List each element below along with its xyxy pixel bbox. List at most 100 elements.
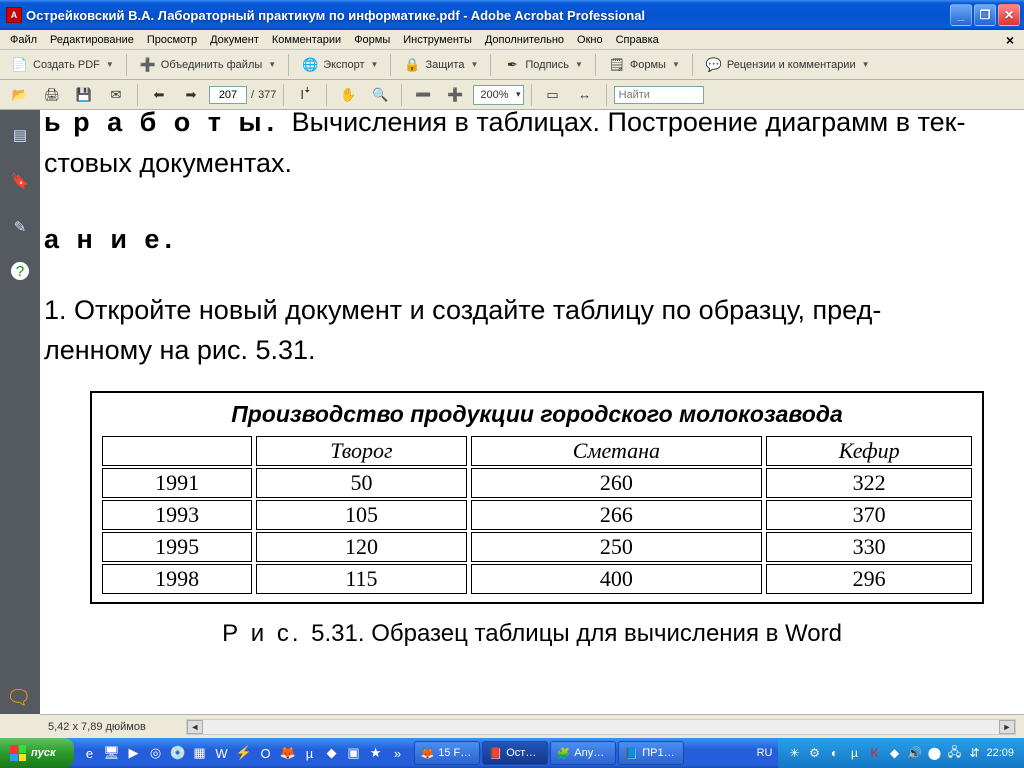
ql-winamp-icon[interactable]: ⚡ <box>234 742 254 764</box>
ql-chevron-icon[interactable]: » <box>388 742 408 764</box>
combine-files-button[interactable]: ➕Объединить файлы▼ <box>134 53 281 77</box>
tray-kaspersky-icon[interactable]: K <box>866 745 882 761</box>
quick-launch: e 🖥 ▶ ◎ 💿 ▦ W ⚡ O 🦊 µ ◆ ▣ ★ » <box>80 742 408 764</box>
print-button[interactable]: 🖨 <box>38 83 66 107</box>
tray-icon[interactable]: ✳ <box>786 745 802 761</box>
tray-icon[interactable]: ◆ <box>886 745 902 761</box>
menu-file[interactable]: Файл <box>4 32 43 48</box>
help-panel-icon[interactable]: ? <box>11 262 29 280</box>
status-bar: 5,42 x 7,89 дюймов ◄ ► <box>40 714 1024 738</box>
forms-button[interactable]: 🗒Формы▼ <box>603 53 685 77</box>
menu-window[interactable]: Окно <box>571 32 609 48</box>
menu-edit[interactable]: Редактирование <box>44 32 140 48</box>
tray-icon[interactable]: ⚙ <box>806 745 822 761</box>
ql-utorrent-icon[interactable]: µ <box>300 742 320 764</box>
ql-app1-icon[interactable]: ◎ <box>146 742 166 764</box>
clock[interactable]: 22:09 <box>986 747 1014 759</box>
menu-view[interactable]: Просмотр <box>141 32 203 48</box>
prev-page-button[interactable]: ⬅ <box>145 83 173 107</box>
fit-page-button[interactable]: ▭ <box>539 83 567 107</box>
table-cell: 120 <box>256 532 466 562</box>
export-icon: 🌐 <box>301 56 319 74</box>
table-header: Творог <box>256 436 466 466</box>
table-cell: 370 <box>766 500 972 530</box>
toolbar-nav: 📂 🖨 💾 ✉ ⬅ ➡ / 377 Iꜜ ✋ 🔍 ➖ ➕ 200% ▭ ↔ <box>0 80 1024 110</box>
scroll-left-button[interactable]: ◄ <box>187 720 203 734</box>
tray-volume-icon[interactable]: 🔊 <box>906 745 922 761</box>
taskbar-task[interactable]: 📘ПР1… <box>618 741 684 765</box>
secure-button[interactable]: 🔒Защита▼ <box>398 53 483 77</box>
window-titlebar: A Острейковский В.А. Лабораторный практи… <box>0 0 1024 30</box>
menu-advanced[interactable]: Дополнительно <box>479 32 570 48</box>
tray-icon[interactable]: ◐ <box>826 745 842 761</box>
horizontal-scrollbar[interactable]: ◄ ► <box>186 719 1016 735</box>
tray-icon[interactable]: ⬤ <box>926 745 942 761</box>
minimize-button[interactable]: _ <box>950 4 972 26</box>
document-view[interactable]: ь р а б о т ы. Вычисления в таблицах. По… <box>40 110 1024 714</box>
open-button[interactable]: 📂 <box>6 83 34 107</box>
zoom-in-button[interactable]: ➕ <box>441 83 469 107</box>
menu-help[interactable]: Справка <box>610 32 665 48</box>
pdf-icon: A <box>6 7 22 23</box>
ql-word-icon[interactable]: W <box>212 742 232 764</box>
close-button[interactable]: ✕ <box>998 4 1020 26</box>
hand-tool[interactable]: ✋ <box>334 83 362 107</box>
tray-network-icon[interactable]: 🖧 <box>946 745 962 761</box>
ql-media-icon[interactable]: ▶ <box>124 742 144 764</box>
email-button[interactable]: ✉ <box>102 83 130 107</box>
menu-document[interactable]: Документ <box>204 32 265 48</box>
ql-opera-icon[interactable]: O <box>256 742 276 764</box>
sample-table: Производство продукции городского молоко… <box>90 391 984 604</box>
marquee-zoom[interactable]: 🔍 <box>366 83 394 107</box>
sign-button[interactable]: ✒Подпись▼ <box>498 53 587 77</box>
fit-page-icon: ▭ <box>544 86 562 104</box>
next-page-button[interactable]: ➡ <box>177 83 205 107</box>
language-indicator[interactable]: RU <box>751 747 779 759</box>
taskbar-task[interactable]: 🧩Any… <box>550 741 616 765</box>
ql-app2-icon[interactable]: 💿 <box>168 742 188 764</box>
menu-forms[interactable]: Формы <box>348 32 396 48</box>
page-number-input[interactable] <box>209 86 247 104</box>
ql-app5-icon[interactable]: ★ <box>366 742 386 764</box>
maximize-button[interactable]: ❐ <box>974 4 996 26</box>
taskbar: пуск e 🖥 ▶ ◎ 💿 ▦ W ⚡ O 🦊 µ ◆ ▣ ★ » 🦊15 F… <box>0 738 1024 768</box>
comments-panel-icon[interactable]: 🗨 <box>6 685 31 710</box>
tray-icon[interactable]: µ <box>846 745 862 761</box>
tray-usb-icon[interactable]: ⇵ <box>966 745 982 761</box>
ql-ie-icon[interactable]: e <box>80 742 100 764</box>
create-pdf-button[interactable]: 📄Создать PDF▼ <box>6 53 119 77</box>
zoom-out-button[interactable]: ➖ <box>409 83 437 107</box>
arrow-right-icon: ➡ <box>182 86 200 104</box>
ql-desktop-icon[interactable]: 🖥 <box>102 742 122 764</box>
window-title: Острейковский В.А. Лабораторный практику… <box>26 8 950 23</box>
review-button[interactable]: 💬Рецензии и комментарии▼ <box>700 53 875 77</box>
bookmarks-panel-icon[interactable]: 🔖 <box>9 170 31 192</box>
menu-tools[interactable]: Инструменты <box>397 32 478 48</box>
ql-app4-icon[interactable]: ▣ <box>344 742 364 764</box>
signatures-panel-icon[interactable]: ✎ <box>9 216 31 238</box>
pages-panel-icon[interactable]: ▤ <box>9 124 31 146</box>
menu-comments[interactable]: Комментарии <box>266 32 347 48</box>
hand-icon: ✋ <box>339 86 357 104</box>
table-cell: 105 <box>256 500 466 530</box>
system-tray: ✳ ⚙ ◐ µ K ◆ 🔊 ⬤ 🖧 ⇵ 22:09 <box>778 738 1024 768</box>
ql-app3-icon[interactable]: ◆ <box>322 742 342 764</box>
page-dimensions: 5,42 x 7,89 дюймов <box>48 721 146 733</box>
start-button[interactable]: пуск <box>0 738 74 768</box>
taskbar-task[interactable]: 🦊15 F… <box>414 741 480 765</box>
taskbar-task[interactable]: 📕Ост… <box>482 741 548 765</box>
create-pdf-icon: 📄 <box>11 56 29 74</box>
mdi-close-button[interactable]: × <box>1000 32 1020 48</box>
folder-open-icon: 📂 <box>11 86 29 104</box>
export-button[interactable]: 🌐Экспорт▼ <box>296 53 383 77</box>
table-header: Сметана <box>471 436 763 466</box>
save-button[interactable]: 💾 <box>70 83 98 107</box>
select-tool[interactable]: Iꜜ <box>291 83 319 107</box>
fit-width-button[interactable]: ↔ <box>571 83 599 107</box>
ql-total-icon[interactable]: ▦ <box>190 742 210 764</box>
ql-firefox-icon[interactable]: 🦊 <box>278 742 298 764</box>
zoom-select[interactable]: 200% <box>473 85 523 105</box>
windows-logo-icon <box>10 745 26 761</box>
find-input[interactable] <box>614 86 704 104</box>
scroll-right-button[interactable]: ► <box>999 720 1015 734</box>
